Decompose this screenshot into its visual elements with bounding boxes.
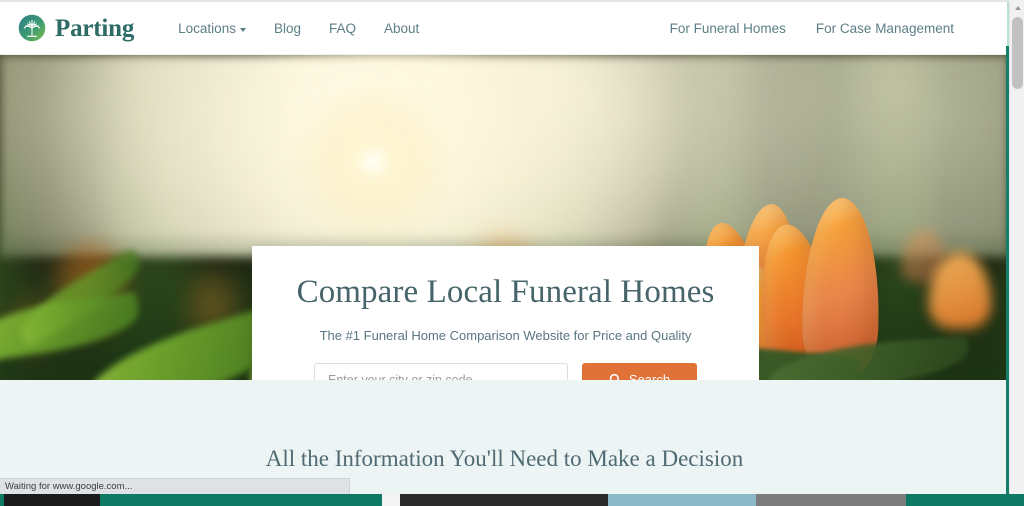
- nav-item-for-funeral-homes[interactable]: For Funeral Homes: [655, 21, 801, 36]
- nav-item-for-case-management[interactable]: For Case Management: [801, 21, 969, 36]
- page-title: Compare Local Funeral Homes: [296, 274, 715, 310]
- vertical-scrollbar[interactable]: [1009, 0, 1024, 494]
- strip-segment: [608, 494, 756, 506]
- chevron-down-icon: [239, 28, 246, 32]
- hero-section: Compare Local Funeral Homes The #1 Funer…: [0, 55, 1009, 380]
- browser-viewport: Parting Locations Blog FAQ About For Fun…: [0, 0, 1024, 506]
- status-bar-text: Waiting for www.google.com...: [5, 481, 133, 492]
- hero-search-card: Compare Local Funeral Homes The #1 Funer…: [252, 246, 759, 380]
- location-search-form: Search: [278, 362, 733, 380]
- window-top-border: [0, 0, 1009, 2]
- secondary-nav: For Funeral Homes For Case Management: [655, 21, 1009, 36]
- primary-nav: Locations Blog FAQ About: [164, 21, 433, 36]
- tree-circle-logo-icon: [18, 14, 46, 42]
- site-logo-link[interactable]: Parting: [18, 14, 134, 42]
- search-button-label: Search: [628, 372, 671, 380]
- section-heading: All the Information You'll Need to Make …: [265, 446, 744, 471]
- strip-segment: [756, 494, 906, 506]
- strip-segment: [400, 494, 608, 506]
- search-input[interactable]: [314, 362, 568, 380]
- scrollbar-thumb[interactable]: [1012, 17, 1023, 89]
- nav-item-blog[interactable]: Blog: [260, 21, 315, 36]
- strip-segment: [382, 494, 400, 506]
- search-button[interactable]: Search: [582, 362, 697, 380]
- bottom-screen-strip: [0, 494, 1024, 506]
- nav-item-locations[interactable]: Locations: [164, 21, 260, 36]
- hero-subtitle: The #1 Funeral Home Comparison Website f…: [319, 327, 692, 343]
- nav-item-faq[interactable]: FAQ: [315, 21, 370, 36]
- site-logo-text: Parting: [55, 14, 135, 42]
- chevron-up-icon: [1014, 5, 1021, 10]
- browser-status-bar: Waiting for www.google.com...: [0, 478, 350, 494]
- site-header-navbar: Parting Locations Blog FAQ About For Fun…: [0, 2, 1009, 55]
- strip-segment: [906, 494, 1024, 506]
- nav-item-about[interactable]: About: [370, 21, 433, 36]
- search-icon: [609, 374, 619, 380]
- strip-segment: [4, 494, 100, 506]
- web-page-content: Parting Locations Blog FAQ About For Fun…: [0, 2, 1009, 506]
- nav-item-locations-label: Locations: [178, 20, 236, 36]
- scrollbar-up-button[interactable]: [1010, 0, 1024, 15]
- strip-segment: [100, 494, 382, 506]
